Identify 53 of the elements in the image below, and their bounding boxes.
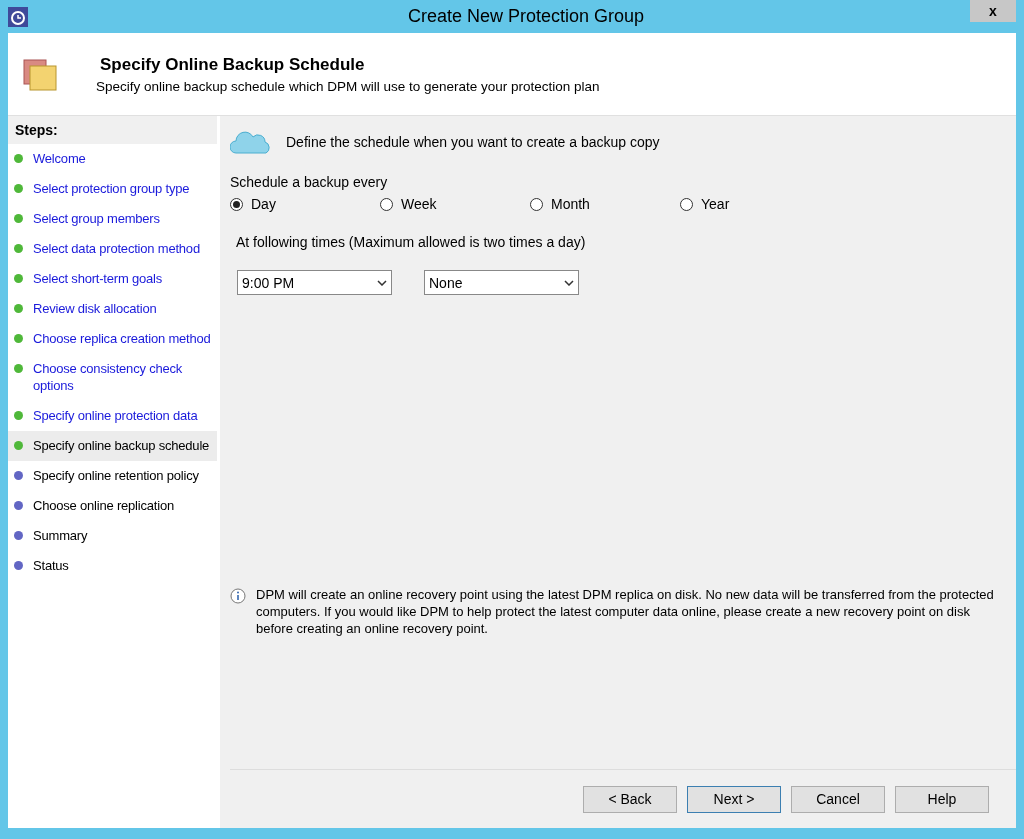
step-label: Select group members: [33, 210, 160, 227]
info-message: DPM will create an online recovery point using the latest DPM replica on disk. No new data will be transferred from the protected computers. If you would like DPM to help protect the latest computer data online, please create a new recovery point on disk before creating an online recovery point.: [256, 586, 995, 637]
step-label: Choose online replication: [33, 497, 174, 514]
step-label: Select data protection method: [33, 240, 200, 257]
time-dropdown[interactable]: 9:00 PM: [237, 270, 392, 295]
frequency-radio[interactable]: Day: [230, 196, 380, 212]
page-title: Specify Online Backup Schedule: [100, 54, 366, 75]
step-item[interactable]: Select group members: [8, 204, 217, 234]
wizard-button[interactable]: Help: [895, 785, 989, 813]
chevron-down-icon: [564, 279, 574, 286]
frequency-radio[interactable]: Week: [380, 196, 530, 212]
step-item[interactable]: Specify online protection data: [8, 401, 217, 431]
step-label: Choose replica creation method: [33, 330, 211, 347]
step-label: Specify online protection data: [33, 407, 198, 424]
step-item[interactable]: Select data protection method: [8, 234, 217, 264]
step-item[interactable]: Specify online backup schedule: [8, 431, 217, 461]
step-label: Review disk allocation: [33, 300, 157, 317]
step-label: Specify online backup schedule: [33, 437, 210, 454]
step-item[interactable]: Select protection group type: [8, 174, 217, 204]
step-item[interactable]: Choose consistency check options: [8, 354, 217, 401]
page-subtitle: Specify online backup schedule which DPM will use to generate your protection plan: [96, 78, 600, 94]
step-item[interactable]: Choose replica creation method: [8, 324, 217, 354]
frequency-radio[interactable]: Month: [530, 196, 680, 212]
steps-heading: Steps:: [8, 116, 217, 144]
step-label: Status: [33, 557, 69, 574]
wizard-button[interactable]: < Back: [583, 785, 677, 813]
clock-icon: [8, 6, 28, 27]
step-item[interactable]: Select short-term goals: [8, 264, 217, 294]
step-item[interactable]: Review disk allocation: [8, 294, 217, 324]
step-item[interactable]: Status: [8, 551, 217, 581]
intro-text: Define the schedule when you want to create a backup copy: [286, 134, 660, 150]
times-label: At following times (Maximum allowed is two times a day): [236, 234, 587, 250]
wizard-button[interactable]: Cancel: [791, 785, 885, 813]
time-dropdown[interactable]: None: [424, 270, 579, 295]
step-label: Select short-term goals: [33, 270, 163, 287]
step-label: Summary: [33, 527, 88, 544]
step-item[interactable]: Welcome: [8, 144, 217, 174]
frequency-radio[interactable]: Year: [680, 196, 830, 212]
step-label: Welcome: [33, 150, 86, 167]
frequency-label: Schedule a backup every: [230, 174, 389, 190]
step-label: Choose consistency check options: [33, 360, 184, 394]
folder-icon: [22, 56, 58, 92]
wizard-button[interactable]: Next >: [687, 785, 781, 813]
close-button[interactable]: x: [970, 0, 1016, 22]
window-title: Create New Protection Group: [407, 6, 645, 26]
step-item[interactable]: Specify online retention policy: [8, 461, 217, 491]
chevron-down-icon: [377, 279, 387, 286]
cloud-icon: [230, 130, 272, 154]
step-label: Select protection group type: [33, 180, 190, 197]
step-item[interactable]: Choose online replication: [8, 491, 217, 521]
step-label: Specify online retention policy: [33, 467, 199, 484]
step-item[interactable]: Summary: [8, 521, 217, 551]
info-icon: [230, 588, 246, 604]
